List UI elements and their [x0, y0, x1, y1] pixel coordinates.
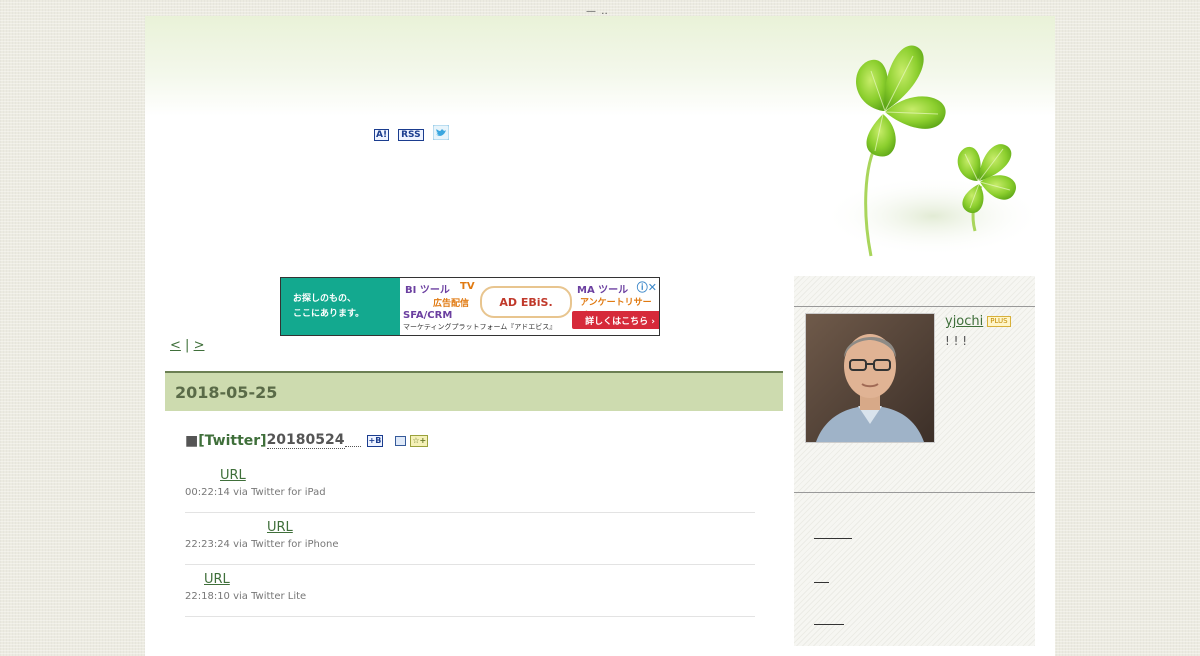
entry-title-spacer: [344, 434, 361, 447]
profile-name-link[interactable]: yjochi: [945, 314, 983, 329]
antenna-icon[interactable]: A!: [374, 128, 390, 141]
entry-bullet: ■: [185, 432, 199, 449]
banner-ad[interactable]: お探しのもの、 ここにあります。 BI ツール TV 広告配信 SFA/CRM …: [280, 277, 660, 336]
ad-sfa-crm: SFA/CRM: [403, 310, 453, 321]
sidebar-divider: [794, 306, 1035, 307]
sidebar-link[interactable]: [814, 614, 844, 625]
tweet-url-link[interactable]: URL: [220, 468, 246, 483]
header-icons: A! RSS: [374, 124, 450, 144]
prev-link[interactable]: <: [170, 338, 181, 353]
ad-cta-button[interactable]: 詳しくはこちら ›: [572, 311, 659, 329]
tweet-url-link[interactable]: URL: [267, 520, 293, 535]
sidebar-divider: [794, 492, 1035, 493]
add-star-icon[interactable]: ☆+: [410, 434, 429, 447]
tweet-item: URL 22:18:10 via Twitter Lite: [185, 572, 755, 617]
ad-platform: マーケティングプラットフォーム『アドエビス』: [403, 323, 557, 331]
sidebar-link[interactable]: [814, 528, 852, 539]
tweet-meta: 22:23:24 via Twitter for iPhone: [185, 539, 339, 550]
avatar[interactable]: [805, 313, 935, 443]
tweet-meta: 00:22:14 via Twitter for iPad: [185, 487, 326, 498]
ad-delivery: 広告配信: [433, 299, 470, 309]
comment-icon[interactable]: [395, 435, 407, 446]
clover-illustration: [823, 45, 1043, 257]
plus-badge: PLUS: [987, 316, 1011, 327]
ad-right-panel: BI ツール TV 広告配信 SFA/CRM マーケティングプラットフォーム『ア…: [400, 278, 659, 335]
ad-ma-tool: MA ツール: [577, 285, 629, 296]
ad-tv: TV: [460, 281, 475, 292]
next-link[interactable]: >: [194, 338, 205, 353]
twitter-bird-icon[interactable]: [432, 124, 450, 144]
ad-close-icon[interactable]: ⓘ✕: [637, 279, 657, 295]
ad-left-line1: お探しのもの、: [293, 293, 357, 304]
rss-icon[interactable]: RSS: [398, 128, 424, 141]
sidebar-link[interactable]: [814, 572, 829, 583]
category-link[interactable]: [Twitter]: [198, 433, 266, 449]
entry-title: ■ [Twitter] 20180524 +B ☆+: [185, 432, 429, 449]
tweet-item: URL 22:23:24 via Twitter for iPhone: [185, 520, 755, 565]
ad-left-line2: ここにあります。: [293, 308, 365, 319]
tweet-meta: 22:18:10 via Twitter Lite: [185, 591, 307, 602]
profile-name: yjochi PLUS: [945, 314, 1011, 329]
tweet-item: URL 00:22:14 via Twitter for iPad: [185, 468, 755, 513]
ad-brand-logo: AD EBiS.: [480, 286, 572, 318]
tweet-url-link[interactable]: URL: [204, 572, 230, 587]
hatena-bookmark-icon[interactable]: +B: [366, 434, 384, 447]
day-header: 2018-05-25: [165, 371, 783, 411]
ad-left-panel: お探しのもの、 ここにあります。: [281, 278, 400, 335]
entry-date-code[interactable]: 20180524: [266, 432, 345, 449]
profile-text: ! ! !: [945, 334, 968, 348]
pager: < | >: [170, 338, 204, 353]
sidebar: yjochi PLUS ! ! !: [794, 276, 1035, 646]
pager-separator: |: [185, 338, 190, 353]
ad-bi-tool: BI ツール: [405, 285, 450, 296]
